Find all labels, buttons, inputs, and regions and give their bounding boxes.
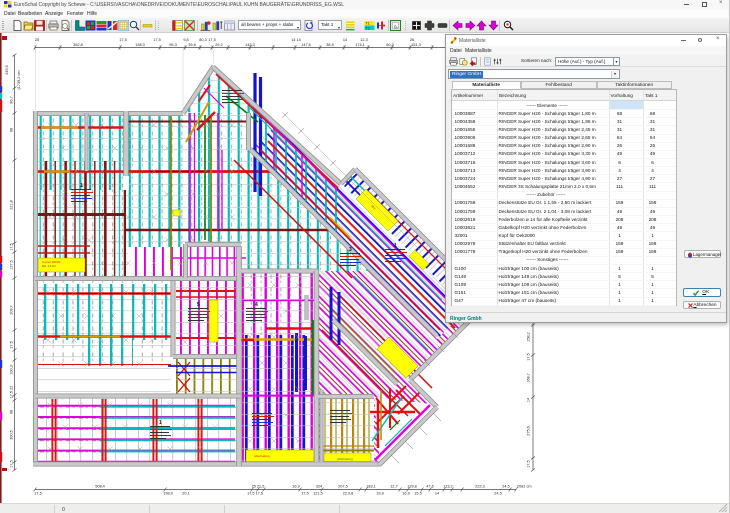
svg-text:17,5 17,5: 17,5 17,5 <box>247 492 263 496</box>
svg-text:17,5: 17,5 <box>10 460 14 467</box>
svg-text:207,5: 207,5 <box>338 485 348 489</box>
svg-text:26: 26 <box>410 38 414 42</box>
svg-text:22,9,8: 22,9,8 <box>343 492 354 496</box>
svg-text:12,7: 12,7 <box>390 485 397 489</box>
svg-text:143,3: 143,3 <box>245 43 255 47</box>
svg-text:17,5: 17,5 <box>119 38 126 42</box>
svg-text:4: 4 <box>255 302 258 308</box>
svg-text:98: 98 <box>10 410 14 414</box>
svg-text:Abschalung: Abschalung <box>254 454 270 458</box>
svg-text:17,5: 17,5 <box>301 492 308 496</box>
svg-text:17,5: 17,5 <box>34 492 41 496</box>
svg-text:14: 14 <box>435 492 439 496</box>
svg-text:324: 324 <box>316 485 322 489</box>
svg-text:222,3: 222,3 <box>475 485 485 489</box>
svg-text:168,7: 168,7 <box>527 373 531 383</box>
svg-text:19,9: 19,9 <box>376 492 383 496</box>
svg-text:17,5: 17,5 <box>208 38 215 42</box>
svg-text:T1: T1 <box>365 21 369 25</box>
svg-text:16,9: 16,9 <box>402 492 409 496</box>
svg-text:221,8: 221,8 <box>10 200 14 210</box>
svg-text:25: 25 <box>35 38 39 42</box>
svg-text:98: 98 <box>10 128 14 132</box>
svg-text:209,7: 209,7 <box>10 305 14 315</box>
svg-text:174,1: 174,1 <box>355 43 365 47</box>
svg-text:96,7: 96,7 <box>10 96 14 103</box>
svg-text:245,9: 245,9 <box>5 65 9 75</box>
svg-text:24,5: 24,5 <box>494 492 501 496</box>
svg-text:352,8: 352,8 <box>73 43 83 47</box>
svg-text:2081 cm: 2081 cm <box>517 485 532 489</box>
svg-text:1: 1 <box>159 420 162 426</box>
svg-text:Bel. 2,5 kN: Bel. 2,5 kN <box>42 264 56 268</box>
svg-text:16,9: 16,9 <box>292 485 299 489</box>
svg-text:12,3: 12,3 <box>360 38 367 42</box>
svg-text:17,5: 17,5 <box>527 353 531 360</box>
svg-text:275,6: 275,6 <box>527 426 531 436</box>
svg-text:1: 1 <box>80 183 83 189</box>
svg-text:3: 3 <box>349 247 352 253</box>
svg-text:25 21,5: 25 21,5 <box>252 485 265 489</box>
svg-text:17,5 22: 17,5 22 <box>10 386 14 399</box>
svg-text:138,3: 138,3 <box>135 43 145 47</box>
svg-text:158,2: 158,2 <box>527 332 531 342</box>
svg-text:17,5: 17,5 <box>10 341 14 348</box>
svg-text:147,6: 147,6 <box>301 43 311 47</box>
svg-text:(1739,2 cm: (1739,2 cm <box>17 71 21 90</box>
svg-text:47,6: 47,6 <box>426 485 433 489</box>
svg-text:24,5: 24,5 <box>502 485 509 489</box>
svg-text:14: 14 <box>527 398 531 402</box>
svg-text:1: 1 <box>394 243 397 249</box>
svg-text:129,8: 129,8 <box>407 485 417 489</box>
svg-text:29,2: 29,2 <box>215 43 222 47</box>
svg-text:113,2: 113,2 <box>443 485 452 489</box>
svg-text:80,3: 80,3 <box>199 38 206 42</box>
svg-text:508,4: 508,4 <box>95 485 105 489</box>
svg-text:14 14: 14 14 <box>291 38 301 42</box>
svg-text:198,9: 198,9 <box>163 492 173 496</box>
svg-text:60,3: 60,3 <box>386 43 393 47</box>
svg-text:17,5: 17,5 <box>10 243 14 250</box>
svg-text:Abschalung: Abschalung <box>337 457 353 461</box>
svg-text:5: 5 <box>197 302 200 308</box>
svg-text:17,5: 17,5 <box>527 460 531 467</box>
svg-text:183,1: 183,1 <box>366 485 376 489</box>
svg-text:121,5: 121,5 <box>313 492 323 496</box>
svg-text:38,5: 38,5 <box>326 43 333 47</box>
svg-text:300,5: 300,5 <box>10 430 14 440</box>
svg-text:39,8: 39,8 <box>188 43 195 47</box>
svg-text:15,5: 15,5 <box>414 492 421 496</box>
svg-text:100,3: 100,3 <box>10 365 14 375</box>
svg-text:9,8: 9,8 <box>183 38 188 42</box>
svg-text:95,3: 95,3 <box>169 43 176 47</box>
svg-text:T2: T2 <box>365 26 369 30</box>
svg-text:20,1: 20,1 <box>182 492 189 496</box>
svg-text:127,5: 127,5 <box>10 260 14 270</box>
svg-text:151,3: 151,3 <box>411 43 421 47</box>
svg-text:17,5: 17,5 <box>153 38 160 42</box>
svg-text:14: 14 <box>343 38 347 42</box>
